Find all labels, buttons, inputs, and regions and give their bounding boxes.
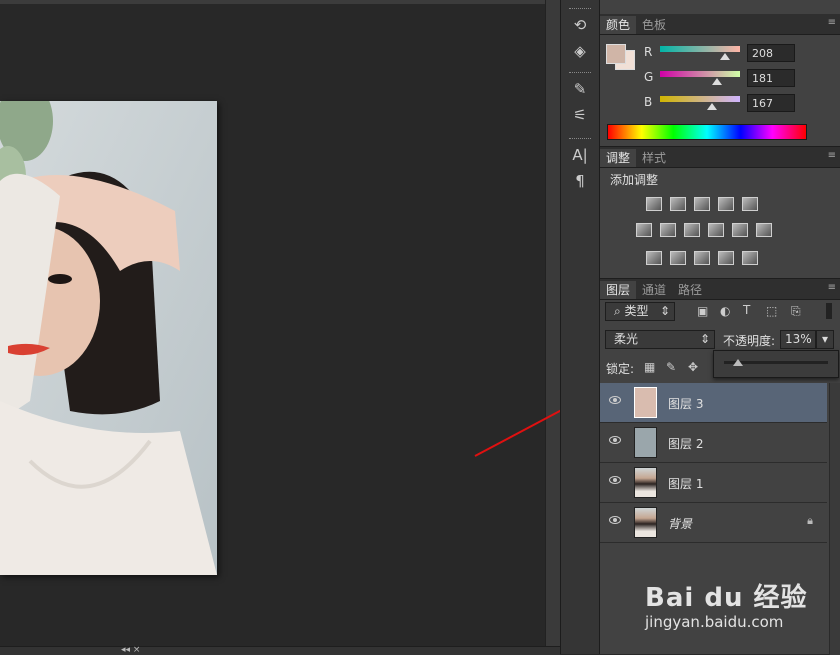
posterize-icon[interactable] [670, 251, 686, 265]
channel-g-slider[interactable] [660, 71, 740, 77]
color-spectrum-bar[interactable] [607, 124, 807, 140]
color-balance-icon[interactable] [660, 223, 676, 237]
layer-row[interactable]: 图层 3 [600, 383, 827, 423]
brush-presets-icon[interactable]: ✎ [561, 76, 599, 102]
lock-move-icon[interactable]: ✥ [688, 360, 698, 374]
adjustments-title: 添加调整 [610, 173, 659, 187]
filter-shape-icon[interactable]: ⬚ [766, 304, 777, 318]
layer-row[interactable]: 图层 2 [600, 423, 827, 463]
layer-row[interactable]: 背景 🔒︎ [600, 503, 827, 543]
layer-thumbnail [634, 467, 657, 498]
filter-type-icon[interactable]: T [743, 303, 750, 317]
channel-r-slider[interactable] [660, 46, 740, 52]
lock-transparent-icon[interactable]: ▦ [644, 360, 655, 374]
photo-filter-icon[interactable] [708, 223, 724, 237]
foreground-color-swatch[interactable] [606, 44, 626, 64]
tab-swatches[interactable]: 色板 [636, 16, 672, 34]
channel-g-label: G [644, 70, 654, 84]
channel-b-slider[interactable] [660, 96, 740, 102]
brush-icon[interactable]: ⚟ [561, 102, 599, 128]
layer-name: 图层 1 [668, 477, 704, 491]
channel-mixer-icon[interactable] [732, 223, 748, 237]
lock-label: 锁定: [606, 362, 635, 376]
hue-saturation-icon[interactable] [636, 223, 652, 237]
3d-icon[interactable]: ◈ [561, 38, 599, 64]
adjustments-panel-tabs: 调整 样式 ≡ [600, 147, 840, 168]
curves-icon[interactable] [694, 197, 710, 211]
tab-styles[interactable]: 样式 [636, 149, 672, 167]
tab-channels[interactable]: 通道 [636, 281, 672, 299]
brightness-icon[interactable] [646, 197, 662, 211]
tab-color[interactable]: 颜色 [600, 16, 637, 34]
gradient-map-icon[interactable] [742, 251, 758, 265]
channel-b-input[interactable]: 167 [747, 94, 795, 112]
layer-thumbnail [634, 507, 657, 538]
lock-icon: 🔒︎ [807, 514, 813, 527]
vibrance-icon[interactable] [742, 197, 758, 211]
panels-column: 颜色 色板 ≡ R 208 G 181 B 167 调整 样式 ≡ 添加调整 图… [600, 0, 840, 655]
eye-icon[interactable] [609, 516, 621, 524]
character-icon[interactable]: A| [561, 142, 599, 168]
opacity-dropdown-button[interactable]: ▾ [816, 330, 834, 349]
layer-thumbnail [634, 387, 657, 418]
selective-color-icon[interactable] [718, 251, 734, 265]
tab-paths[interactable]: 路径 [672, 281, 708, 299]
layer-thumbnail [634, 427, 657, 458]
panel-menu-icon[interactable]: ≡ [828, 150, 836, 161]
channel-r-thumb[interactable] [720, 53, 731, 60]
channel-g-thumb[interactable] [711, 78, 722, 85]
opacity-label: 不透明度: [723, 334, 776, 348]
color-panel: 颜色 色板 ≡ R 208 G 181 B 167 [600, 0, 840, 148]
panel-dock: ⟲ ◈ ✎ ⚟ A| ¶ [560, 0, 600, 654]
channel-b-label: B [644, 95, 653, 109]
baidu-jingyan-watermark: Bai du 经验 jingyan.baidu.com [645, 565, 835, 635]
threshold-icon[interactable] [694, 251, 710, 265]
filter-pixel-icon[interactable]: ▣ [697, 304, 708, 318]
layer-name: 图层 3 [668, 397, 704, 411]
filter-toggle-switch[interactable] [826, 303, 832, 319]
search-icon: ⌕ [614, 304, 625, 318]
exposure-icon[interactable] [718, 197, 734, 211]
chevron-updown-icon: ⇕ [699, 332, 710, 346]
layer-name: 图层 2 [668, 437, 704, 451]
watermark-brand: Bai du 经验 [645, 583, 808, 613]
opacity-slider-popup [713, 350, 839, 378]
filter-smart-object-icon[interactable]: ⎘ [791, 304, 801, 319]
lock-brush-icon[interactable]: ✎ [666, 360, 676, 374]
paragraph-icon[interactable]: ¶ [561, 168, 599, 194]
black-white-icon[interactable] [684, 223, 700, 237]
chevron-updown-icon: ⇕ [659, 304, 670, 318]
watermark-url: jingyan.baidu.com [645, 613, 784, 631]
invert-icon[interactable] [646, 251, 662, 265]
opacity-input[interactable]: 13% [780, 330, 816, 349]
color-panel-tabs: 颜色 色板 ≡ [600, 14, 840, 35]
channel-b-thumb[interactable] [707, 103, 718, 110]
layers-panel-tabs: 图层 通道 路径 ≡ [600, 279, 840, 300]
channel-r-label: R [644, 45, 653, 59]
opacity-slider-thumb[interactable] [732, 359, 743, 366]
panel-menu-icon[interactable]: ≡ [828, 282, 836, 293]
levels-icon[interactable] [670, 197, 686, 211]
eye-icon[interactable] [609, 396, 621, 404]
layer-name: 背景 [668, 517, 693, 531]
history-icon[interactable]: ⟲ [561, 12, 599, 38]
layer-row[interactable]: 图层 1 [600, 463, 827, 503]
panel-menu-icon[interactable]: ≡ [828, 17, 836, 28]
adjustments-panel: 调整 样式 ≡ 添加调整 [600, 146, 840, 279]
color-lookup-icon[interactable] [756, 223, 772, 237]
eye-icon[interactable] [609, 476, 621, 484]
tab-layers[interactable]: 图层 [600, 281, 637, 299]
layer-filter-select[interactable]: ⌕ 类型 ⇕ [605, 302, 675, 321]
eye-icon[interactable] [609, 436, 621, 444]
tab-adjustments[interactable]: 调整 [600, 149, 637, 167]
filter-adjustment-icon[interactable]: ◐ [720, 304, 730, 318]
blend-mode-select[interactable]: 柔光 ⇕ [605, 330, 715, 349]
channel-g-input[interactable]: 181 [747, 69, 795, 87]
channel-r-input[interactable]: 208 [747, 44, 795, 62]
